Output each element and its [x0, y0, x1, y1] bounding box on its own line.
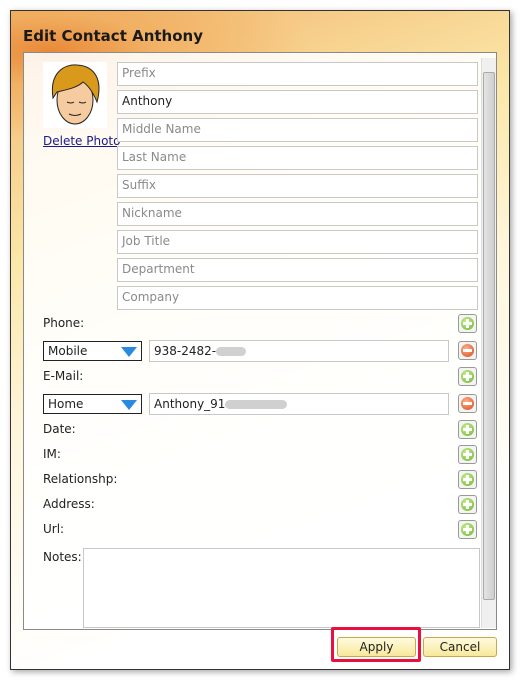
plus-icon	[461, 423, 474, 436]
notes-label: Notes:	[43, 550, 82, 564]
job-title-field[interactable]: Job Title	[117, 230, 478, 254]
redacted-blur	[225, 400, 288, 409]
delete-photo-link[interactable]: Delete Photo	[43, 134, 120, 148]
add-address-button[interactable]	[458, 495, 477, 514]
redacted-blur	[216, 347, 247, 356]
first-name-field[interactable]: Anthony	[117, 90, 478, 114]
plus-icon	[461, 370, 474, 383]
contact-photo[interactable]	[43, 62, 107, 128]
add-phone-button[interactable]	[458, 314, 477, 333]
nickname-field[interactable]: Nickname	[117, 202, 478, 226]
middle-name-field[interactable]: Middle Name	[117, 118, 478, 142]
dialog-title: Edit Contact Anthony	[23, 27, 203, 45]
plus-icon	[461, 448, 474, 461]
add-relationship-button[interactable]	[458, 470, 477, 489]
email-type-value: Home	[48, 397, 84, 411]
department-field[interactable]: Department	[117, 258, 478, 282]
add-email-button[interactable]	[458, 367, 477, 386]
plus-icon	[461, 523, 474, 536]
minus-icon	[461, 397, 474, 410]
plus-icon	[461, 473, 474, 486]
phone-type-value: Mobile	[48, 344, 88, 358]
company-field[interactable]: Company	[117, 286, 478, 310]
email-label: E-Mail:	[43, 369, 84, 383]
phone-type-select[interactable]: Mobile	[43, 341, 142, 361]
url-label: Url:	[43, 522, 65, 536]
relationship-label: Relationshp:	[43, 472, 118, 486]
avatar-cartoon-icon	[51, 64, 100, 125]
email-type-select[interactable]: Home	[43, 394, 142, 414]
notes-textarea[interactable]	[83, 548, 480, 628]
dropdown-arrow-icon	[121, 400, 137, 410]
email-value: Anthony_91	[154, 397, 226, 411]
scrollbar-thumb[interactable]	[483, 72, 495, 600]
suffix-field[interactable]: Suffix	[117, 174, 478, 198]
prefix-field[interactable]: Prefix	[117, 62, 478, 86]
phone-input[interactable]: 938-2482-	[149, 340, 449, 362]
cancel-button[interactable]: Cancel	[423, 637, 497, 657]
add-im-button[interactable]	[458, 445, 477, 464]
email-input[interactable]: Anthony_91	[149, 393, 449, 415]
phone-value: 938-2482-	[154, 344, 217, 358]
dropdown-arrow-icon	[121, 347, 137, 357]
date-label: Date:	[43, 422, 76, 436]
add-date-button[interactable]	[458, 420, 477, 439]
remove-email-button[interactable]	[458, 394, 477, 413]
add-url-button[interactable]	[458, 520, 477, 539]
remove-phone-button[interactable]	[458, 341, 477, 360]
im-label: IM:	[43, 447, 61, 461]
phone-label: Phone:	[43, 316, 85, 330]
plus-icon	[461, 498, 474, 511]
address-label: Address:	[43, 497, 95, 511]
highlight-box	[331, 627, 421, 662]
last-name-field[interactable]: Last Name	[117, 146, 478, 170]
minus-icon	[461, 344, 474, 357]
plus-icon	[461, 317, 474, 330]
